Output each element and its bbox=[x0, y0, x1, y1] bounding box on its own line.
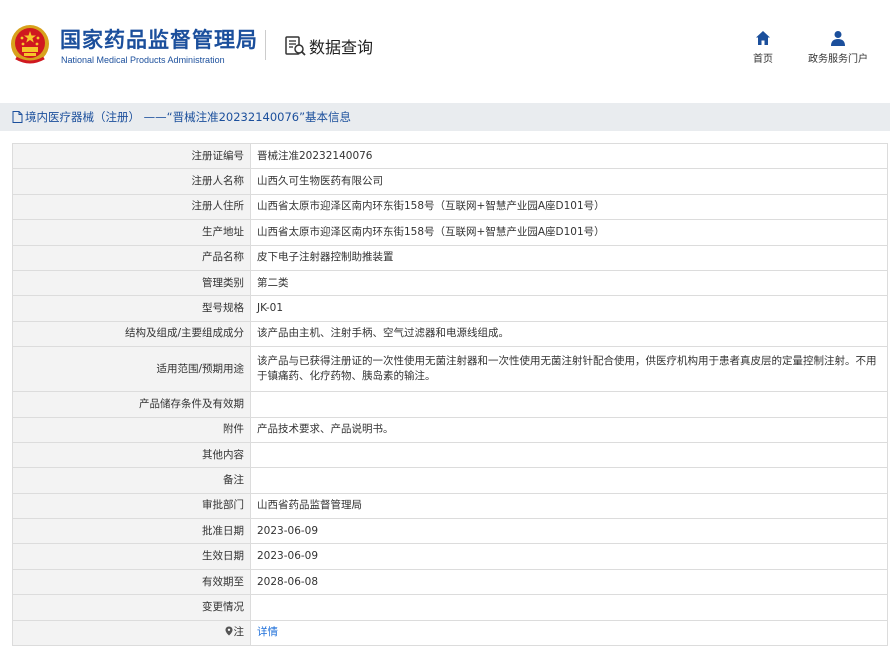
site-header: 国家药品监督管理局 National Medical Products Admi… bbox=[0, 0, 890, 90]
nav-home-label: 首页 bbox=[753, 54, 773, 65]
national-emblem-icon bbox=[11, 25, 49, 64]
table-row: 变更情况 bbox=[12, 594, 888, 621]
row-label: 附件 bbox=[12, 416, 251, 443]
row-value bbox=[250, 391, 888, 418]
row-value: 山西省药品监督管理局 bbox=[250, 492, 888, 520]
row-label: 批准日期 bbox=[12, 518, 251, 545]
table-row: 型号规格 JK-01 bbox=[12, 295, 888, 322]
row-label: 变更情况 bbox=[12, 594, 251, 621]
row-label: 注册人名称 bbox=[12, 168, 251, 195]
row-value bbox=[250, 441, 888, 469]
row-value: 山西省太原市迎泽区南内环东街158号（互联网+智慧产业园A座D101号） bbox=[250, 219, 888, 246]
row-value: 山西省太原市迎泽区南内环东街158号（互联网+智慧产业园A座D101号） bbox=[250, 193, 888, 221]
row-label: 审批部门 bbox=[12, 492, 251, 520]
row-value: 该产品与已获得注册证的一次性使用无菌注射器和一次性使用无菌注射针配合使用，供医疗… bbox=[250, 346, 888, 393]
nav-gov-label: 政务服务门户 bbox=[808, 54, 868, 65]
row-label: 结构及组成/主要组成成分 bbox=[12, 320, 251, 348]
table-row: 注册证编号 晋械注准20232140076 bbox=[12, 142, 888, 170]
nav-gov-portal-button[interactable]: 政务服务门户 bbox=[800, 30, 876, 65]
row-value: 第二类 bbox=[250, 269, 888, 297]
table-row: 备注 bbox=[12, 467, 888, 494]
table-row: 注册人住所 山西省太原市迎泽区南内环东街158号（互联网+智慧产业园A座D101… bbox=[12, 193, 888, 221]
row-value bbox=[250, 594, 888, 621]
row-value: JK-01 bbox=[250, 295, 888, 322]
row-value bbox=[250, 467, 888, 494]
table-row: 产品名称 皮下电子注射器控制助推装置 bbox=[12, 244, 888, 271]
table-row: 管理类别 第二类 bbox=[12, 269, 888, 297]
table-row: 注册人名称 山西久可生物医药有限公司 bbox=[12, 168, 888, 195]
row-label: 其他内容 bbox=[12, 441, 251, 469]
document-icon bbox=[12, 111, 23, 123]
row-value: 该产品由主机、注射手柄、空气过滤器和电源线组成。 bbox=[250, 320, 888, 348]
row-value: 山西久可生物医药有限公司 bbox=[250, 168, 888, 195]
row-label: 有效期至 bbox=[12, 568, 251, 596]
row-label: 备注 bbox=[12, 467, 251, 494]
row-label: 生产地址 bbox=[12, 219, 251, 246]
row-label: 产品储存条件及有效期 bbox=[12, 391, 251, 418]
row-value: 产品技术要求、产品说明书。 bbox=[250, 416, 888, 443]
nav-home-button[interactable]: 首页 bbox=[745, 30, 781, 65]
location-pin-icon bbox=[225, 626, 232, 636]
org-name-en: National Medical Products Administration bbox=[61, 55, 225, 65]
details-link[interactable]: 详情 bbox=[257, 626, 278, 638]
page-title: 境内医疗器械（注册） ——“晋械注准20232140076”基本信息 bbox=[25, 110, 352, 124]
row-value: 2023-06-09 bbox=[250, 518, 888, 545]
table-row: 产品储存条件及有效期 bbox=[12, 391, 888, 418]
row-value: 2028-06-08 bbox=[250, 568, 888, 596]
note-label-cell: 注 bbox=[12, 619, 251, 647]
row-label: 管理类别 bbox=[12, 269, 251, 297]
data-query-link[interactable]: 数据查询 bbox=[284, 34, 373, 58]
row-label: 生效日期 bbox=[12, 543, 251, 570]
row-value: 晋械注准20232140076 bbox=[250, 142, 888, 170]
row-label: 型号规格 bbox=[12, 295, 251, 322]
row-label: 注册证编号 bbox=[12, 142, 251, 170]
row-label: 注 bbox=[233, 626, 245, 639]
row-label: 适用范围/预期用途 bbox=[12, 346, 251, 393]
document-search-icon bbox=[285, 36, 306, 56]
table-row: 生产地址 山西省太原市迎泽区南内环东街158号（互联网+智慧产业园A座D101号… bbox=[12, 219, 888, 246]
org-name-cn: 国家药品监督管理局 bbox=[60, 28, 258, 52]
table-row: 有效期至 2028-06-08 bbox=[12, 568, 888, 596]
table-row: 批准日期 2023-06-09 bbox=[12, 518, 888, 545]
row-label: 注册人住所 bbox=[12, 193, 251, 221]
table-row: 审批部门 山西省药品监督管理局 bbox=[12, 492, 888, 520]
header-divider bbox=[265, 30, 266, 60]
row-value: 皮下电子注射器控制助推装置 bbox=[250, 244, 888, 271]
user-icon bbox=[831, 31, 845, 46]
home-icon bbox=[756, 31, 770, 45]
page-title-bar: 境内医疗器械（注册） ——“晋械注准20232140076”基本信息 bbox=[0, 103, 890, 131]
row-value: 2023-06-09 bbox=[250, 543, 888, 570]
data-query-label: 数据查询 bbox=[309, 38, 374, 57]
table-row: 生效日期 2023-06-09 bbox=[12, 543, 888, 570]
row-label: 产品名称 bbox=[12, 244, 251, 271]
info-table: 注册证编号 晋械注准20232140076 注册人名称 山西久可生物医药有限公司… bbox=[12, 142, 888, 647]
row-value: 详情 bbox=[250, 619, 888, 647]
table-row: 注 详情 bbox=[12, 619, 888, 647]
table-row: 适用范围/预期用途 该产品与已获得注册证的一次性使用无菌注射器和一次性使用无菌注… bbox=[12, 346, 888, 393]
table-row: 附件 产品技术要求、产品说明书。 bbox=[12, 416, 888, 443]
table-row: 结构及组成/主要组成成分 该产品由主机、注射手柄、空气过滤器和电源线组成。 bbox=[12, 320, 888, 348]
table-row: 其他内容 bbox=[12, 441, 888, 469]
